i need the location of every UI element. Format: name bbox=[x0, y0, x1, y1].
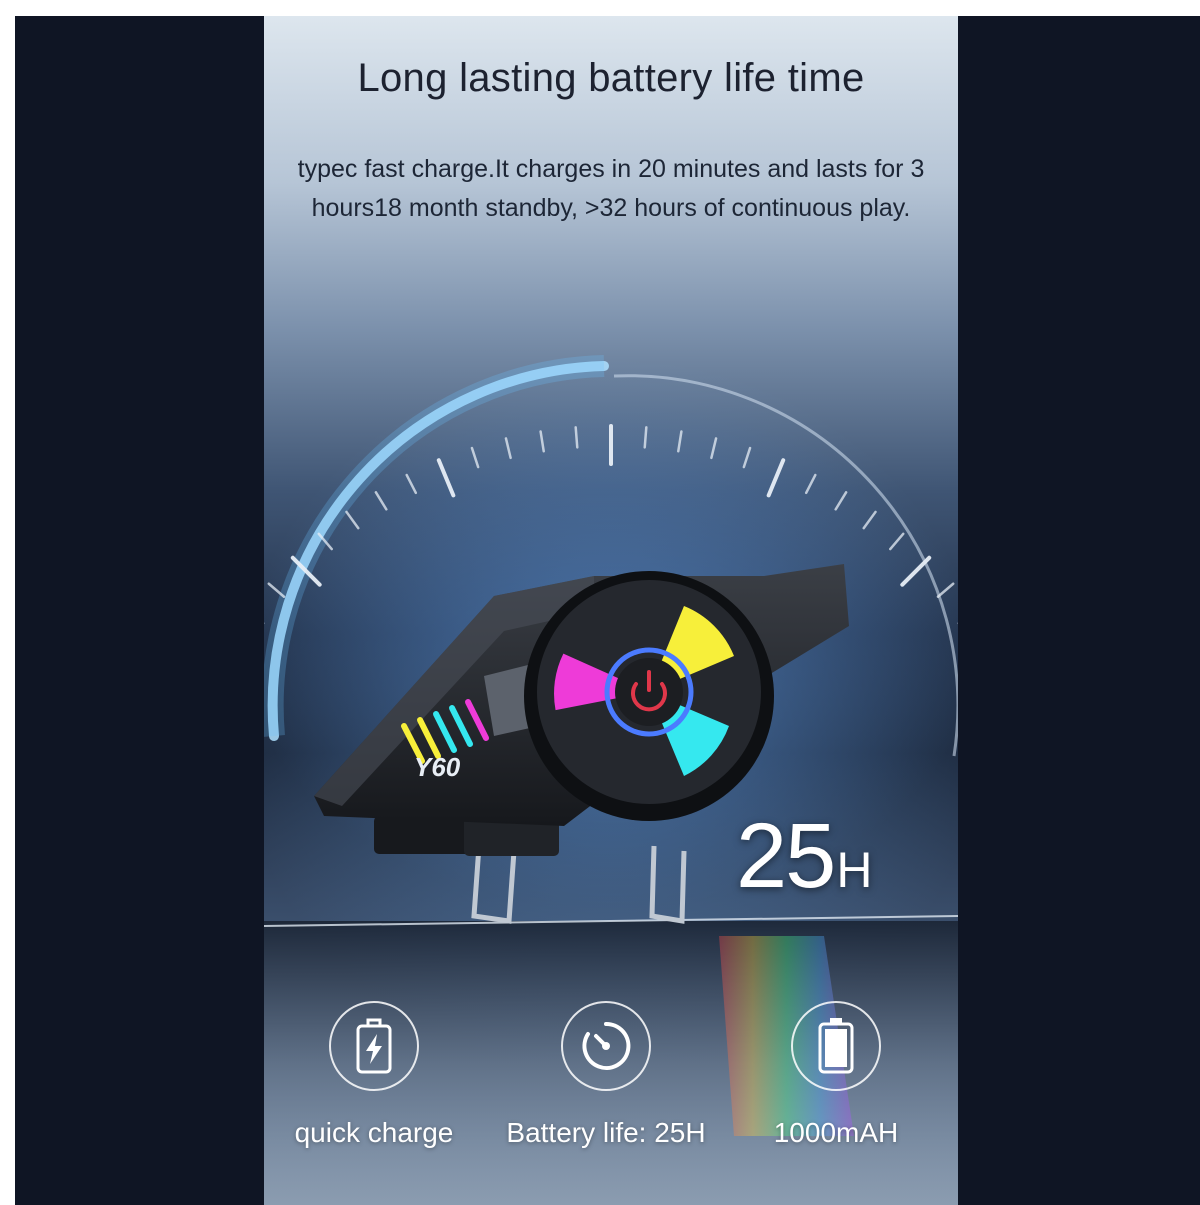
feature-capacity: 1000mAH bbox=[726, 1001, 946, 1149]
feature-label: quick charge bbox=[294, 1117, 454, 1148]
battery-reading-unit: H bbox=[836, 842, 873, 898]
page-title: Long lasting battery life time bbox=[357, 56, 865, 100]
gauge-tick bbox=[643, 426, 648, 449]
feature-label: Battery life: 25H bbox=[506, 1117, 706, 1148]
battery-icon bbox=[791, 1001, 881, 1091]
feature-label: 1000mAH bbox=[773, 1117, 899, 1148]
feature-quick-charge: quick charge bbox=[264, 1001, 484, 1149]
model-mark: Y60 bbox=[414, 752, 461, 782]
product-banner: Y60 Long lasting battery life time typec… bbox=[264, 16, 958, 1205]
battery-charging-icon bbox=[329, 1001, 419, 1091]
feature-battery-life: Battery life: 25H bbox=[496, 1001, 716, 1149]
battery-reading-value: 25 bbox=[736, 805, 836, 907]
gauge-tick bbox=[574, 426, 579, 449]
battery-description: typec fast charge.It charges in 20 minut… bbox=[297, 155, 925, 222]
timer-icon bbox=[561, 1001, 651, 1091]
battery-reading: 25H bbox=[736, 804, 872, 909]
